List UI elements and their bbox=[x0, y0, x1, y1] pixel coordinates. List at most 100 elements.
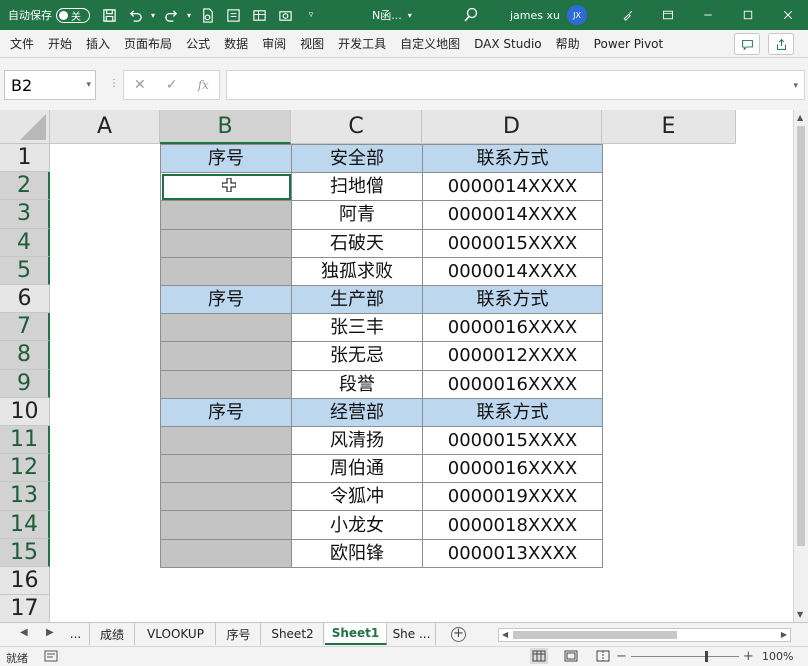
cell-b15[interactable] bbox=[160, 538, 292, 568]
cell-d8[interactable]: 0000012XXXX bbox=[422, 341, 603, 371]
maximize-icon[interactable] bbox=[728, 0, 768, 30]
row-header-3[interactable]: 3 bbox=[0, 200, 50, 229]
row-header-13[interactable]: 13 bbox=[0, 482, 50, 511]
cell-d14[interactable]: 0000018XXXX bbox=[422, 510, 603, 540]
select-all-corner[interactable] bbox=[0, 110, 50, 144]
cell-b3[interactable] bbox=[160, 200, 292, 230]
cell-d5[interactable]: 0000014XXXX bbox=[422, 256, 603, 286]
row-header-15[interactable]: 15 bbox=[0, 538, 50, 567]
scroll-down-icon[interactable]: ▼ bbox=[797, 610, 803, 619]
scroll-left-icon[interactable]: ◀ bbox=[502, 629, 508, 641]
share-icon[interactable] bbox=[768, 33, 794, 55]
cell-d12[interactable]: 0000016XXXX bbox=[422, 454, 603, 484]
worksheet-grid[interactable]: A B C D E 1 2 3 4 5 6 7 8 9 10 11 12 13 14 15 16 17 序号 安全部 联系方式扫… bbox=[0, 110, 793, 622]
undo-dropdown-icon[interactable]: ▾ bbox=[148, 0, 158, 30]
prev-sheet-icon[interactable]: ◀ bbox=[20, 627, 28, 638]
scroll-up-icon[interactable]: ▲ bbox=[797, 113, 803, 122]
row-header-5[interactable]: 5 bbox=[0, 256, 50, 285]
cell-d3[interactable]: 0000014XXXX bbox=[422, 200, 603, 230]
page-break-view-icon[interactable] bbox=[594, 648, 612, 664]
comments-icon[interactable] bbox=[734, 33, 760, 55]
zoom-slider[interactable]: − + bbox=[616, 649, 754, 664]
normal-view-icon[interactable] bbox=[530, 648, 548, 664]
sheet-view-icon[interactable] bbox=[246, 0, 272, 30]
print-preview-icon[interactable] bbox=[194, 0, 220, 30]
cell-c14[interactable]: 小龙女 bbox=[291, 510, 423, 540]
autosave-toggle[interactable]: 关 bbox=[56, 7, 90, 23]
cell-d9[interactable]: 0000016XXXX bbox=[422, 369, 603, 399]
row-header-8[interactable]: 8 bbox=[0, 341, 50, 370]
cell-c1[interactable]: 安全部 bbox=[291, 143, 423, 174]
avatar[interactable]: JX bbox=[567, 5, 587, 25]
row-header-11[interactable]: 11 bbox=[0, 426, 50, 455]
cell-b6[interactable]: 序号 bbox=[160, 284, 292, 315]
add-sheet-button[interactable]: + bbox=[451, 627, 466, 642]
undo-icon[interactable] bbox=[122, 0, 148, 30]
cell-c8[interactable]: 张无忌 bbox=[291, 341, 423, 371]
cell-c6[interactable]: 生产部 bbox=[291, 284, 423, 315]
ribbon-display-icon[interactable] bbox=[648, 0, 688, 30]
redo-icon[interactable] bbox=[158, 0, 184, 30]
user-name[interactable]: james xu bbox=[510, 0, 560, 30]
cell-d6[interactable]: 联系方式 bbox=[422, 284, 603, 315]
sheet-tab[interactable]: ... bbox=[62, 623, 90, 645]
cell-d11[interactable]: 0000015XXXX bbox=[422, 425, 603, 456]
cell-d4[interactable]: 0000015XXXX bbox=[422, 228, 603, 258]
enter-icon[interactable]: ✓ bbox=[166, 77, 178, 93]
autosave[interactable]: 自动保存 关 bbox=[8, 7, 90, 23]
cell-b9[interactable] bbox=[160, 369, 292, 399]
ribbon-tab[interactable]: 开始 bbox=[41, 30, 79, 58]
cell-c10[interactable]: 经营部 bbox=[291, 397, 423, 427]
ribbon-tab[interactable]: 页面布局 bbox=[117, 30, 179, 58]
cell-c12[interactable]: 周伯通 bbox=[291, 454, 423, 484]
row-header-4[interactable]: 4 bbox=[0, 228, 50, 257]
ribbon-tab[interactable]: DAX Studio bbox=[467, 30, 549, 58]
column-header-e[interactable]: E bbox=[602, 110, 736, 144]
cell-b12[interactable] bbox=[160, 454, 292, 484]
column-header-a[interactable]: A bbox=[50, 110, 160, 144]
column-header-b[interactable]: B bbox=[160, 110, 291, 144]
row-header-9[interactable]: 9 bbox=[0, 369, 50, 398]
vertical-scroll-thumb[interactable] bbox=[797, 126, 805, 546]
row-header-1[interactable]: 1 bbox=[0, 144, 50, 173]
sheet-tab[interactable]: Sheet1 bbox=[325, 623, 387, 645]
horizontal-scrollbar[interactable]: ◀ ▶ bbox=[498, 628, 791, 642]
cell-b7[interactable] bbox=[160, 313, 292, 343]
row-header-6[interactable]: 6 bbox=[0, 285, 50, 314]
insert-function-icon[interactable]: fx bbox=[198, 78, 209, 92]
next-sheet-icon[interactable]: ▶ bbox=[46, 627, 54, 638]
ribbon-tab[interactable]: 文件 bbox=[0, 30, 41, 58]
cell-d13[interactable]: 0000019XXXX bbox=[422, 482, 603, 512]
brush-icon[interactable] bbox=[608, 0, 648, 30]
sheet-tab[interactable]: Sheet2 bbox=[262, 623, 324, 645]
cell-c7[interactable]: 张三丰 bbox=[291, 313, 423, 343]
cell-c9[interactable]: 段誉 bbox=[291, 369, 423, 399]
cell-c13[interactable]: 令狐冲 bbox=[291, 482, 423, 512]
cell-d1[interactable]: 联系方式 bbox=[422, 143, 603, 174]
sheet-tab[interactable]: She ... bbox=[388, 623, 436, 645]
row-header-16[interactable]: 16 bbox=[0, 567, 50, 596]
resize-handle-icon[interactable]: ⋮ bbox=[109, 78, 119, 92]
accessibility-icon[interactable] bbox=[44, 650, 58, 662]
zoom-track[interactable] bbox=[630, 651, 739, 662]
cell-b14[interactable] bbox=[160, 510, 292, 540]
zoom-out-icon[interactable]: − bbox=[616, 649, 627, 664]
ribbon-tab[interactable]: 审阅 bbox=[255, 30, 293, 58]
search-icon[interactable] bbox=[463, 7, 479, 23]
cell-b8[interactable] bbox=[160, 341, 292, 371]
ribbon-tab[interactable]: 插入 bbox=[79, 30, 117, 58]
zoom-knob[interactable] bbox=[704, 651, 708, 662]
cell-b1[interactable]: 序号 bbox=[160, 143, 292, 174]
customize-toolbar-icon[interactable]: ▿ bbox=[298, 0, 324, 30]
file-name[interactable]: N函... ▾ bbox=[372, 0, 412, 30]
row-header-12[interactable]: 12 bbox=[0, 454, 50, 483]
row-header-2[interactable]: 2 bbox=[0, 172, 50, 201]
save-icon[interactable] bbox=[96, 0, 122, 30]
cell-c2[interactable]: 扫地僧 bbox=[291, 172, 423, 202]
scroll-right-icon[interactable]: ▶ bbox=[781, 629, 787, 641]
ribbon-tab[interactable]: 数据 bbox=[217, 30, 255, 58]
cell-b4[interactable] bbox=[160, 228, 292, 258]
row-header-14[interactable]: 14 bbox=[0, 510, 50, 539]
name-box-dropdown-icon[interactable]: ▾ bbox=[86, 80, 91, 90]
horizontal-scroll-thumb[interactable] bbox=[513, 631, 677, 639]
